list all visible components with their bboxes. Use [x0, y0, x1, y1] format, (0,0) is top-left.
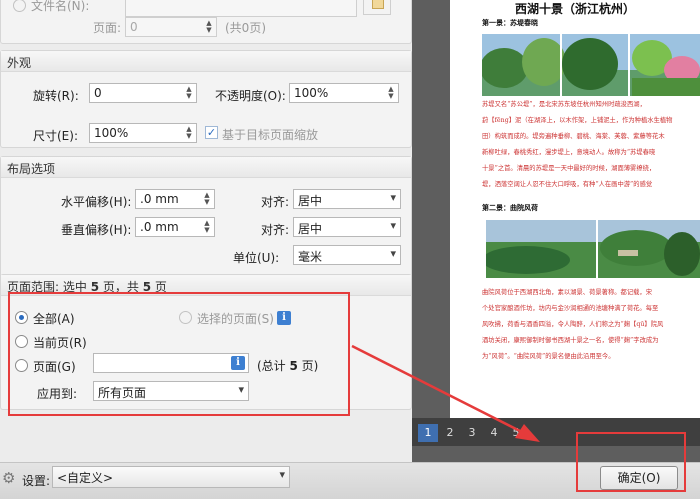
annotation-arrow	[351, 344, 540, 442]
